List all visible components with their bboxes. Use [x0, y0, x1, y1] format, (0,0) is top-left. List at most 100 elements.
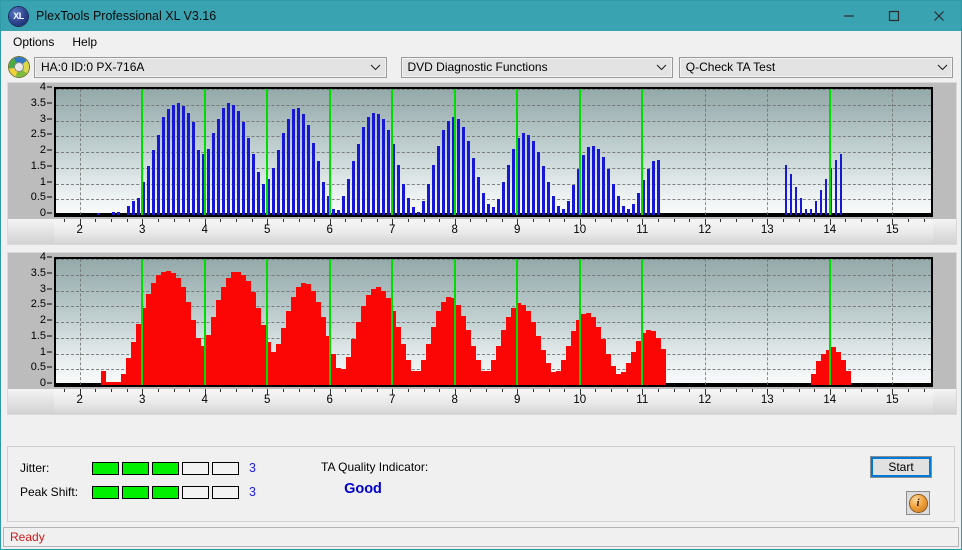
y-axis-tick: [47, 118, 52, 119]
chart-bar: [176, 277, 181, 385]
chart-bar: [111, 381, 116, 385]
x-axis-tick: [751, 219, 753, 222]
x-axis-tick: [439, 219, 441, 222]
chart-bar: [136, 323, 141, 385]
chart-bar: [586, 312, 591, 385]
status-text: Ready: [10, 530, 45, 544]
y-axis-tick-label: 2.5: [30, 128, 46, 141]
chart-bar: [591, 317, 596, 385]
x-axis-tick: [782, 219, 784, 222]
jitter-meter-segments: [92, 461, 239, 475]
maximize-icon[interactable]: [871, 1, 916, 31]
x-axis-tick-label: 12: [698, 224, 712, 236]
chart-bar: [507, 164, 510, 215]
y-axis-tick: [47, 133, 52, 135]
chart-bar: [656, 337, 661, 385]
x-axis-tick: [689, 219, 691, 222]
x-axis-tick-label: 11: [636, 394, 649, 406]
y-axis-tick-label: 3.5: [30, 266, 46, 279]
chart-bar: [362, 126, 365, 215]
peak-shift-chart-x-axis: 2 3 4 5 6 7 8 9 10 11 12 13 14 15: [54, 389, 933, 413]
chart-bar: [547, 181, 550, 215]
chart-bar: [282, 133, 285, 215]
jitter-label: Jitter:: [20, 461, 50, 475]
start-button[interactable]: Start: [870, 456, 932, 478]
minimize-icon[interactable]: [826, 1, 871, 31]
x-axis-tick-label: 13: [760, 394, 774, 406]
x-axis-tick: [173, 219, 175, 222]
y-axis-tick-label: 2: [39, 314, 46, 326]
x-axis-tick-label: 10: [573, 224, 587, 236]
y-axis-tick-label: 4: [39, 81, 46, 93]
x-axis-tick: [345, 389, 347, 392]
chart-bar: [116, 381, 121, 385]
chart-bar: [257, 172, 260, 215]
x-axis-tick: [251, 219, 253, 222]
chart-bar: [456, 304, 461, 385]
function-select-value: DVD Diagnostic Functions: [407, 60, 548, 74]
application-window: XL PlexTools Professional XL V3.16 Optio…: [0, 0, 962, 550]
chart-bar: [532, 140, 535, 215]
test-select[interactable]: Q-Check TA Test: [678, 56, 953, 78]
chart-bar: [186, 301, 191, 385]
function-select[interactable]: DVD Diagnostic Functions: [400, 56, 673, 78]
chart-bar: [502, 181, 505, 215]
chart-bar: [646, 329, 651, 385]
x-axis-tick: [189, 389, 191, 392]
quality-meters: Jitter: 3 Peak Shift: 3: [20, 459, 256, 507]
x-axis-tick: [486, 219, 487, 222]
chart-bar: [352, 161, 355, 215]
x-axis-tick: [798, 389, 800, 392]
x-axis-tick-label: 6: [326, 394, 333, 406]
y-axis-tick-label: 0.5: [30, 361, 46, 374]
x-axis-tick: [595, 219, 597, 222]
x-axis-tick: [814, 389, 816, 392]
peak-shift-chart-y-axis: 0 0.5 1 1.5 2 2.5 3 3.5 4: [8, 251, 52, 391]
chart-bar: [496, 345, 501, 385]
y-axis-tick-label: 1: [39, 345, 46, 358]
chart-bar: [196, 337, 201, 385]
chart-bar: [556, 370, 561, 385]
x-axis-tick: [798, 219, 800, 222]
chart-bar: [537, 152, 540, 215]
chart-bar: [246, 281, 251, 385]
jitter-chart-panel: 0 0.5 1 1.5 2 2.5 3 3.5 4 2 3 4 5 6 7 8 9 10 11 12 13 14 15: [7, 81, 957, 245]
chart-bar: [411, 370, 416, 385]
x-axis-tick: [314, 389, 316, 392]
close-icon[interactable]: [916, 1, 961, 31]
chart-bar: [811, 373, 816, 385]
chart-bar: [612, 183, 615, 215]
grid-line-vertical: [79, 259, 81, 385]
x-axis-tick: [470, 219, 472, 222]
chart-bar: [151, 282, 156, 385]
chart-bar: [162, 117, 165, 215]
x-axis-tick-label: 15: [885, 224, 899, 236]
chart-bar: [172, 104, 175, 215]
chart-bar: [431, 326, 436, 385]
x-axis-tick: [782, 389, 784, 392]
drive-select[interactable]: HA:0 ID:0 PX-716A: [34, 56, 387, 78]
chart-bar: [332, 208, 335, 215]
chart-bar: [312, 142, 315, 215]
info-button[interactable]: i: [906, 491, 930, 515]
grid-line-vertical: [704, 259, 706, 385]
menu-item-options[interactable]: Options: [8, 33, 63, 51]
meter-segment: [212, 461, 239, 475]
charts-area: 0 0.5 1 1.5 2 2.5 3 3.5 4 2 3 4 5 6 7 8 9 10 11 12 13 14 15 0…: [1, 81, 961, 439]
x-axis-tick: [486, 389, 487, 392]
chart-bar: [602, 156, 605, 215]
x-axis-tick: [861, 389, 862, 392]
chart-bar: [286, 310, 291, 385]
chart-bar: [216, 299, 221, 385]
chart-bar: [207, 148, 210, 215]
chart-bar: [784, 164, 788, 215]
sector-marker-line: [391, 89, 394, 215]
chart-bar: [347, 178, 350, 215]
chart-bar: [342, 196, 345, 215]
menu-item-help[interactable]: Help: [67, 33, 106, 51]
x-axis-tick: [111, 389, 112, 392]
chart-bar: [477, 177, 480, 215]
chart-bar: [232, 104, 235, 215]
x-axis-tick-label: 2: [76, 224, 83, 236]
chart-bar: [217, 118, 220, 215]
